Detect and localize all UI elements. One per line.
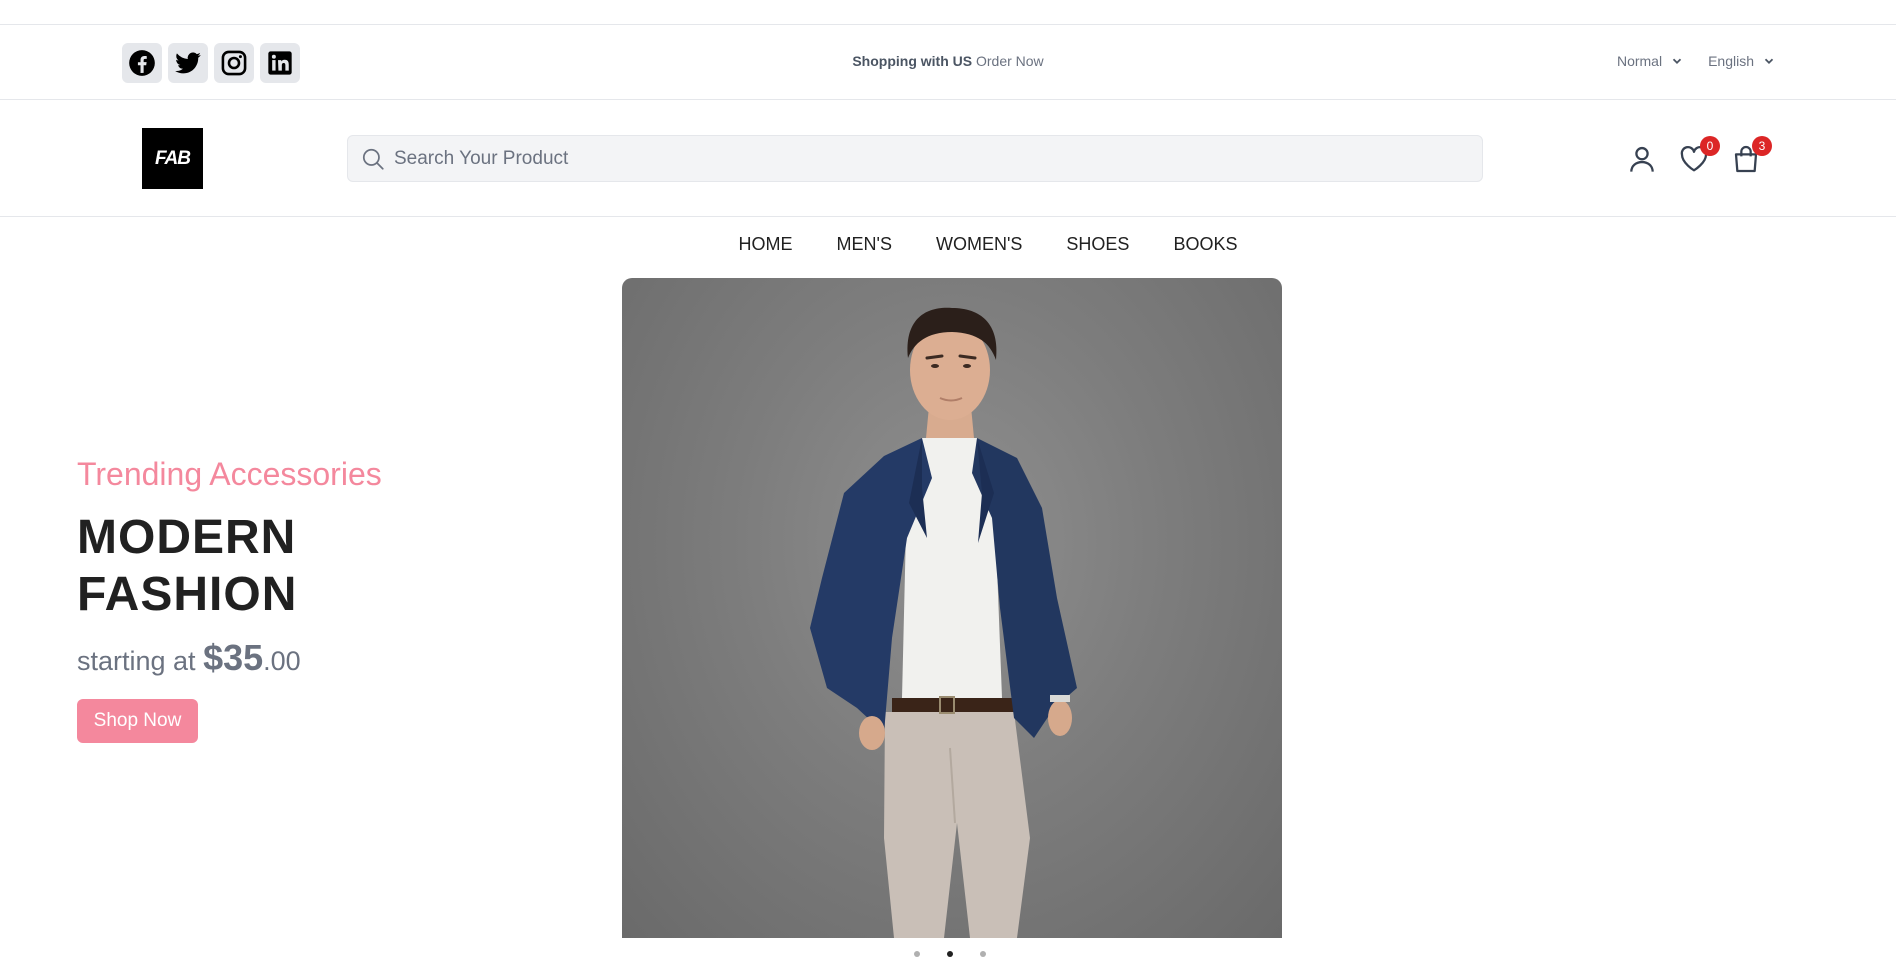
mode-select[interactable]: Normal [1617, 53, 1682, 69]
promo-link[interactable]: Order Now [972, 53, 1044, 69]
mode-select-value: Normal [1616, 53, 1663, 69]
main-header: FAB 0 3 [0, 101, 1896, 217]
hero-title: MODERN FASHION [77, 509, 382, 623]
preference-selects: Normal English [1617, 53, 1774, 69]
search-input[interactable] [394, 147, 1454, 170]
language-select-value: English [1708, 53, 1754, 69]
nav-item-home[interactable]: HOME [739, 234, 793, 255]
carousel-dot-1[interactable] [914, 951, 920, 957]
nav-item-shoes[interactable]: SHOES [1066, 234, 1129, 255]
language-select[interactable]: English [1708, 53, 1774, 69]
carousel-dot-2[interactable] [947, 951, 953, 957]
nav-item-womens[interactable]: WOMEN'S [936, 234, 1022, 255]
price-prefix: starting at [77, 646, 204, 676]
account-button[interactable] [1626, 141, 1658, 177]
wishlist-count-badge: 0 [1700, 136, 1720, 156]
user-icon [1630, 146, 1654, 172]
search-bar [347, 135, 1483, 182]
logo-text: FAB [155, 147, 191, 169]
carousel-dot-3[interactable] [980, 951, 986, 957]
hero-title-line1: MODERN [77, 511, 297, 564]
hero-subtitle: Trending Accessories [77, 456, 382, 492]
hero-text: Trending Accessories MODERN FASHION star… [77, 456, 382, 743]
nav-item-mens[interactable]: MEN'S [837, 234, 892, 255]
chevron-down-icon [1672, 58, 1682, 64]
header-actions: 0 3 [1626, 136, 1772, 177]
cart-count-badge: 3 [1752, 136, 1772, 156]
site-logo[interactable]: FAB [142, 128, 203, 189]
cart-button[interactable]: 3 [1730, 136, 1772, 177]
main-nav: HOME MEN'S WOMEN'S SHOES BOOKS [0, 234, 1896, 255]
nav-item-books[interactable]: BOOKS [1173, 234, 1237, 255]
model-figure-illustration [810, 307, 1077, 938]
hero-title-line2: FASHION [77, 568, 298, 621]
promo-banner: Shopping with US Order Now [0, 53, 1896, 69]
price-main: $35 [203, 637, 264, 678]
price-cents: .00 [263, 646, 301, 676]
hero-image [622, 278, 1282, 938]
search-icon[interactable] [360, 146, 386, 172]
top-bar: Shopping with US Order Now Normal Englis… [0, 25, 1896, 100]
promo-bold-text: Shopping with US [852, 53, 973, 69]
carousel-dots [914, 951, 986, 957]
wishlist-button[interactable]: 0 [1678, 136, 1720, 177]
chevron-down-icon [1764, 58, 1774, 64]
shop-now-button[interactable]: Shop Now [77, 699, 198, 743]
hero-price: starting at $35.00 [77, 637, 382, 679]
